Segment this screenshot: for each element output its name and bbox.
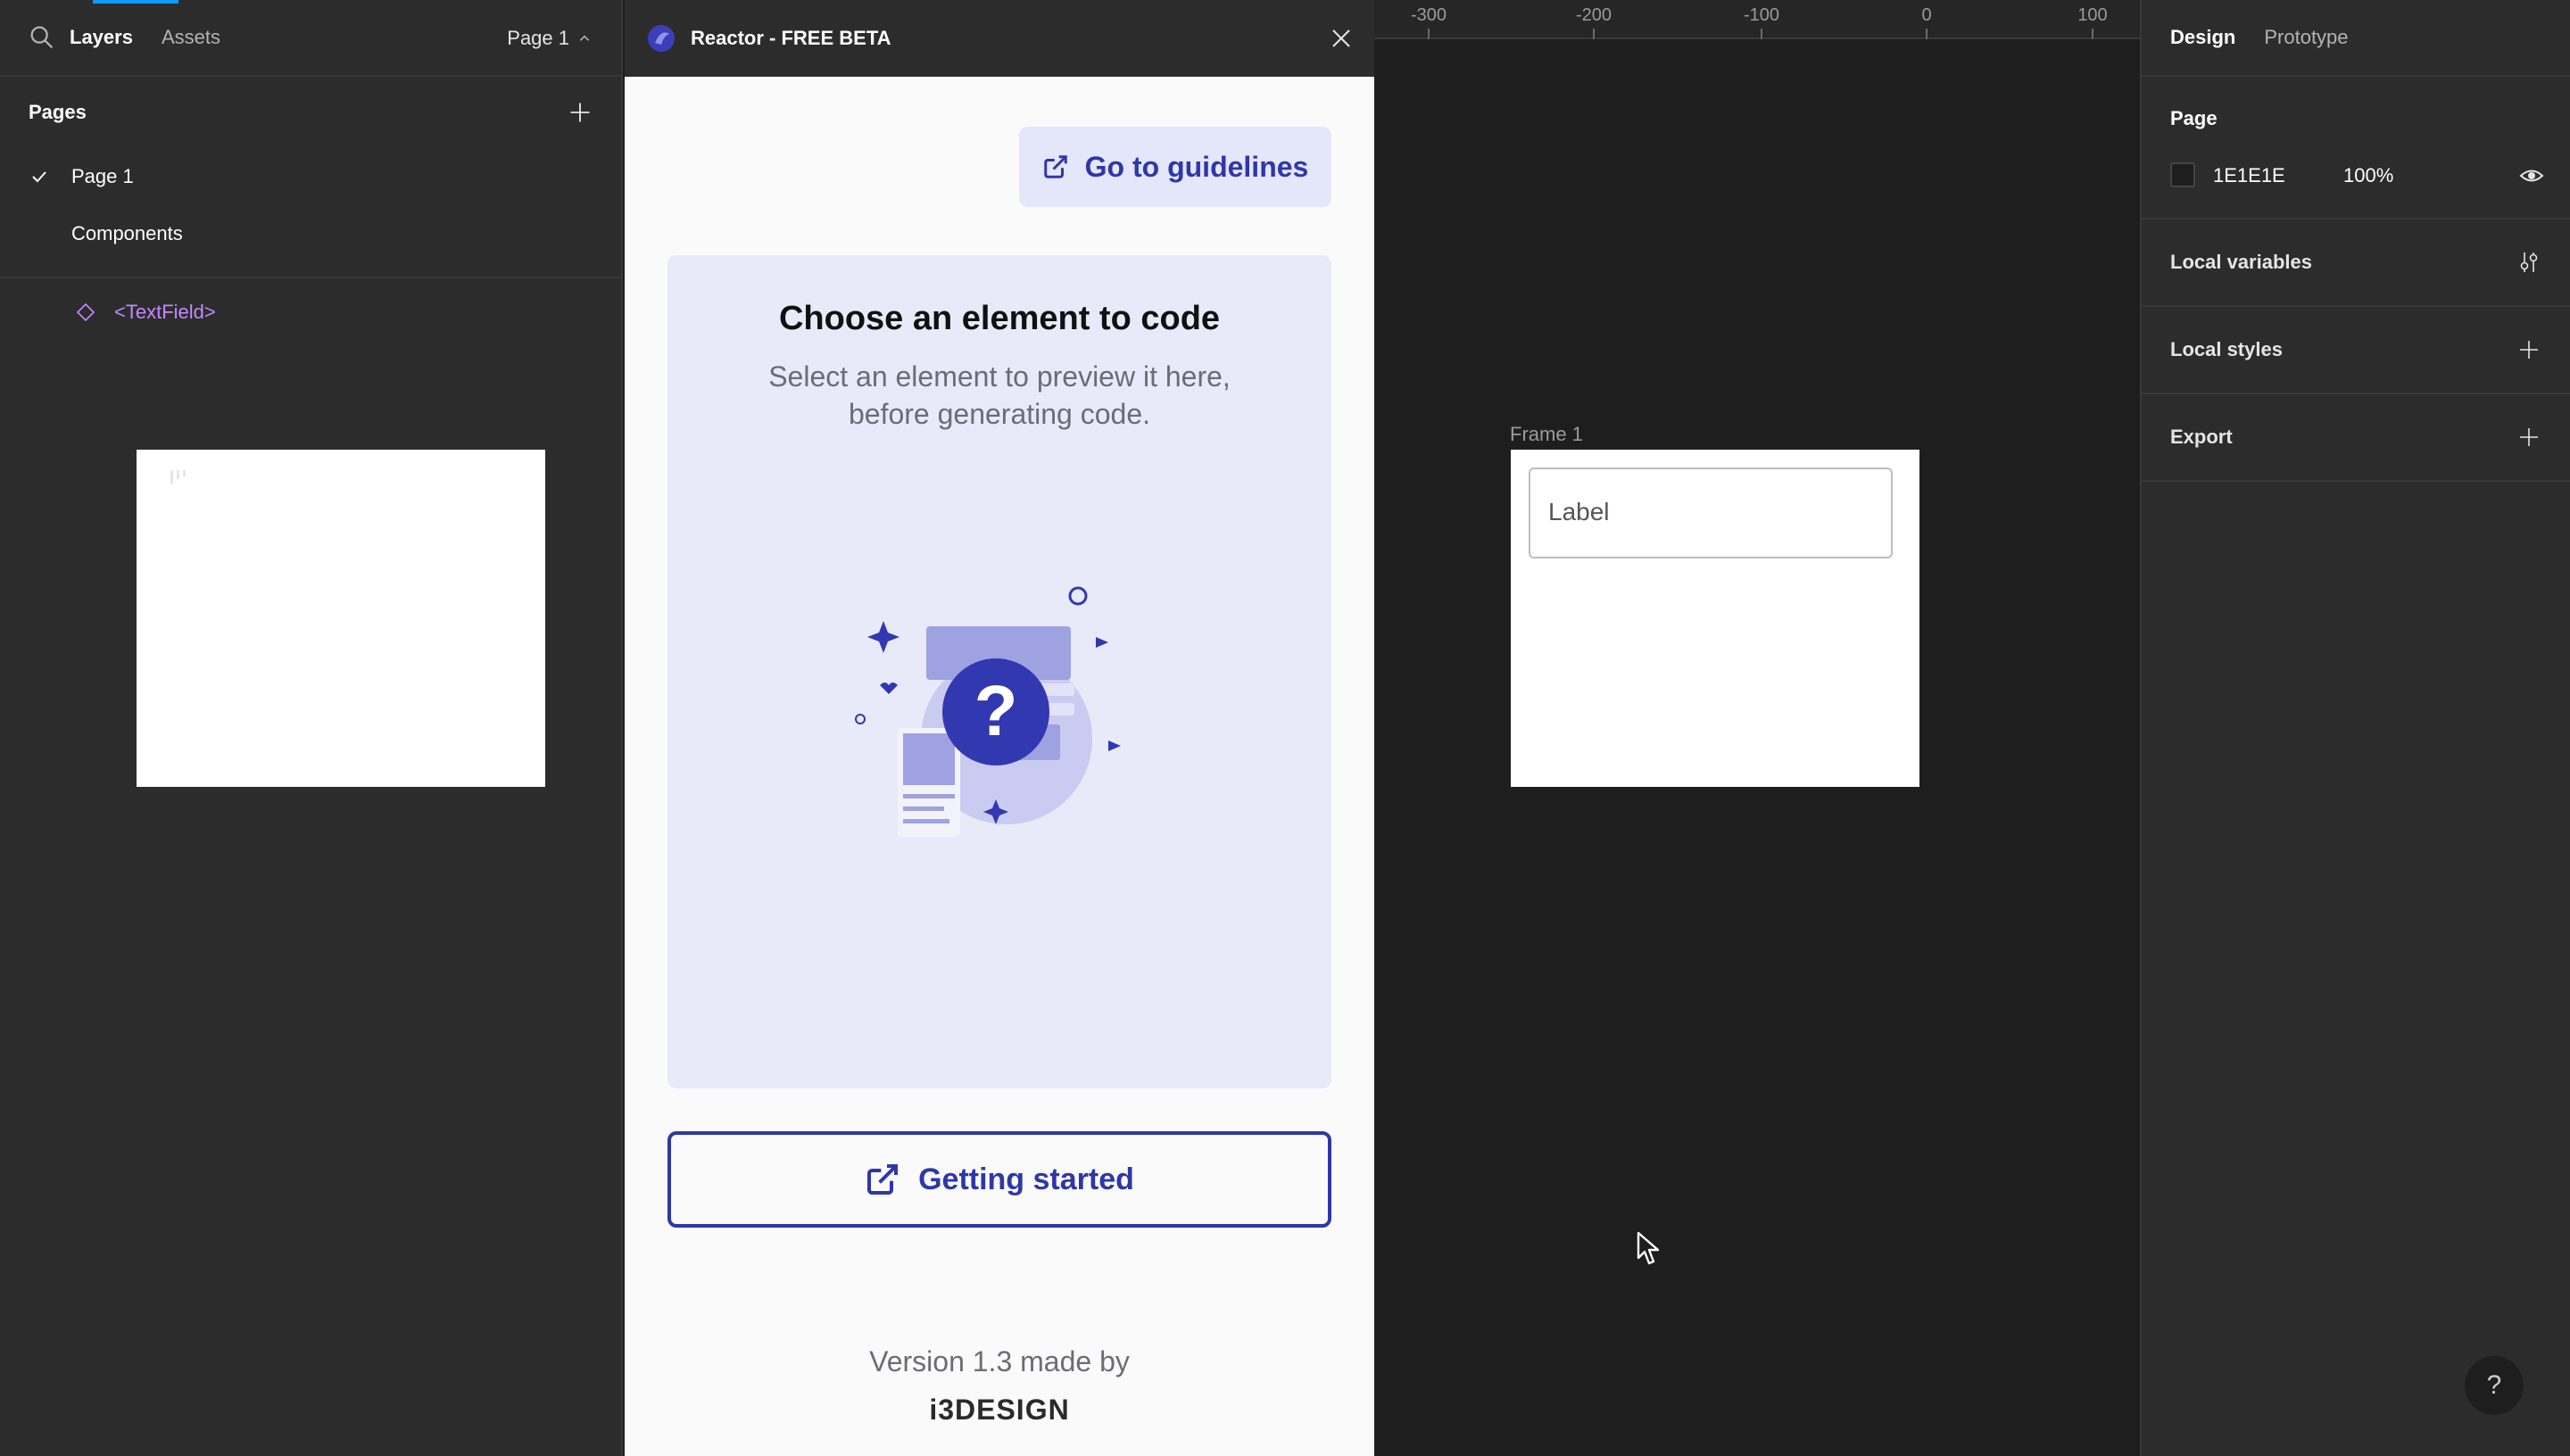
page-section: Page 1E1E1E 100% <box>2142 77 2570 219</box>
getting-started-button[interactable]: Getting started <box>667 1131 1331 1228</box>
plugin-header: Reactor - FREE BETA <box>625 0 1374 77</box>
divider <box>0 277 621 278</box>
preview-card: Choose an element to code Select an elem… <box>667 255 1331 1088</box>
frame-auto-layout-icon <box>170 470 186 484</box>
page-opacity[interactable]: 100% <box>2343 164 2393 187</box>
ruler-tick-mark <box>1428 29 1430 39</box>
horizontal-ruler: -300 -200 -100 0 100 <box>1374 0 2140 39</box>
local-styles-label: Local styles <box>2170 338 2283 360</box>
textfield-label: Label <box>1548 498 1610 525</box>
local-variables-section[interactable]: Local variables <box>2142 219 2570 307</box>
page-switcher-label: Page 1 <box>507 27 569 49</box>
brand-logo[interactable]: i3DESIGN <box>625 1394 1374 1427</box>
plugin-window: Reactor - FREE BETA Go to guidelines Cho… <box>625 0 1374 1456</box>
getting-started-label: Getting started <box>918 1162 1134 1196</box>
pages-title: Pages <box>29 101 87 123</box>
tab-design[interactable]: Design <box>2170 26 2235 49</box>
frame-1[interactable]: Label <box>1511 450 1919 787</box>
layer-frame-1[interactable]: Frame 1 <box>137 450 545 787</box>
layer-textfield[interactable]: <TextField> <box>0 284 621 341</box>
local-styles-section[interactable]: Local styles <box>2142 307 2570 394</box>
tab-assets[interactable]: Assets <box>162 26 220 49</box>
design-panel: Design Prototype Page 1E1E1E 100% Local … <box>2140 0 2570 1456</box>
external-link-icon <box>1043 155 1067 178</box>
pages-header: Pages <box>0 77 621 148</box>
design-panel-tabs: Design Prototype <box>2142 0 2570 77</box>
page-color-hex[interactable]: 1E1E1E <box>2213 164 2285 187</box>
page-item-components[interactable]: Components <box>0 205 621 262</box>
ruler-tick-mark <box>2092 29 2093 39</box>
mouse-cursor-icon <box>1637 1231 1660 1265</box>
frame-label[interactable]: Frame 1 <box>1510 423 1583 446</box>
ruler-tick: 0 <box>1921 5 1932 25</box>
help-button[interactable]: ? <box>2465 1356 2524 1415</box>
add-style-icon[interactable] <box>2516 337 2541 362</box>
component-instance-icon <box>76 302 95 322</box>
check-icon <box>32 171 46 183</box>
variables-settings-icon[interactable] <box>2516 250 2541 275</box>
page-item-label: Page 1 <box>71 165 134 187</box>
ruler-tick-mark <box>1593 29 1595 39</box>
close-icon[interactable] <box>1328 25 1355 52</box>
layer-label: Frame 1 <box>208 607 284 629</box>
question-illustration: ? <box>855 586 1121 837</box>
page-item-label: Components <box>71 222 183 244</box>
reactor-logo-icon <box>648 25 675 52</box>
ruler-tick: -200 <box>1575 5 1612 25</box>
page-section-title: Page <box>2170 107 2218 129</box>
ruler-tick: 100 <box>2077 5 2108 25</box>
go-to-guidelines-button[interactable]: Go to guidelines <box>1019 127 1331 207</box>
layers-panel: Layers Assets Page 1 Pages Page 1 Compon… <box>0 0 623 1456</box>
page-item-page-1[interactable]: Page 1 <box>0 148 621 205</box>
ruler-tick: -100 <box>1743 5 1780 25</box>
add-export-icon[interactable] <box>2516 425 2541 450</box>
layer-label: <TextField> <box>114 301 216 323</box>
eye-icon[interactable] <box>2518 162 2545 189</box>
plugin-title: Reactor - FREE BETA <box>691 27 891 49</box>
page-color-swatch[interactable] <box>2170 162 2195 187</box>
local-variables-label: Local variables <box>2170 251 2312 273</box>
add-page-icon[interactable] <box>568 100 593 125</box>
chevron-up-icon <box>579 35 590 41</box>
page-switcher[interactable]: Page 1 <box>507 0 591 77</box>
ruler-tick: -300 <box>1410 5 1447 25</box>
tab-prototype[interactable]: Prototype <box>2264 26 2348 49</box>
search-icon[interactable] <box>27 22 57 53</box>
version-text: Version 1.3 made by <box>869 1345 1130 1377</box>
guidelines-label: Go to guidelines <box>1084 150 1309 183</box>
textfield-component[interactable]: Label <box>1529 467 1893 558</box>
external-link-icon <box>867 1164 899 1195</box>
preview-title: Choose an element to code <box>778 300 1221 337</box>
ruler-tick-mark <box>1761 29 1762 39</box>
export-label: Export <box>2170 426 2233 448</box>
canvas[interactable]: -300 -200 -100 0 100 Frame 1 Label <box>1374 0 2140 1456</box>
preview-subtitle: Select an element to preview it here, be… <box>768 360 1231 430</box>
tab-layers[interactable]: Layers <box>70 26 133 49</box>
export-section[interactable]: Export <box>2142 394 2570 482</box>
help-icon: ? <box>2486 1370 2502 1400</box>
svg-text:?: ? <box>974 671 1018 750</box>
layers-panel-tabs: Layers Assets Page 1 <box>0 0 621 77</box>
ruler-tick-mark <box>1926 29 1928 39</box>
